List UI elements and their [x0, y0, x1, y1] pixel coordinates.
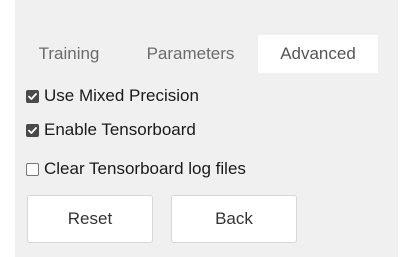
option-use-mixed-precision[interactable]: Use Mixed Precision — [26, 84, 199, 108]
enable-tensorboard-checkbox[interactable] — [26, 123, 39, 137]
settings-panel: Training Parameters Advanced Use Mixed P… — [15, 0, 398, 257]
option-clear-tensorboard-log-files[interactable]: Clear Tensorboard log files — [26, 157, 246, 181]
back-button[interactable]: Back — [171, 195, 297, 243]
clear-tensorboard-log-files-label: Clear Tensorboard log files — [44, 159, 246, 178]
tab-training[interactable]: Training — [15, 35, 123, 73]
tab-bar: Training Parameters Advanced — [15, 35, 398, 73]
enable-tensorboard-label: Enable Tensorboard — [44, 120, 196, 139]
tab-parameters[interactable]: Parameters — [123, 35, 258, 73]
tab-advanced[interactable]: Advanced — [258, 35, 378, 73]
advanced-tab-content: Use Mixed Precision Enable Tensorboard C… — [15, 73, 398, 257]
reset-button[interactable]: Reset — [27, 195, 153, 243]
clear-tensorboard-log-files-checkbox[interactable] — [26, 162, 39, 176]
use-mixed-precision-checkbox[interactable] — [26, 89, 39, 103]
option-enable-tensorboard[interactable]: Enable Tensorboard — [26, 118, 196, 142]
use-mixed-precision-label: Use Mixed Precision — [44, 86, 199, 105]
checkmark-icon — [28, 126, 37, 134]
checkmark-icon — [28, 92, 37, 100]
